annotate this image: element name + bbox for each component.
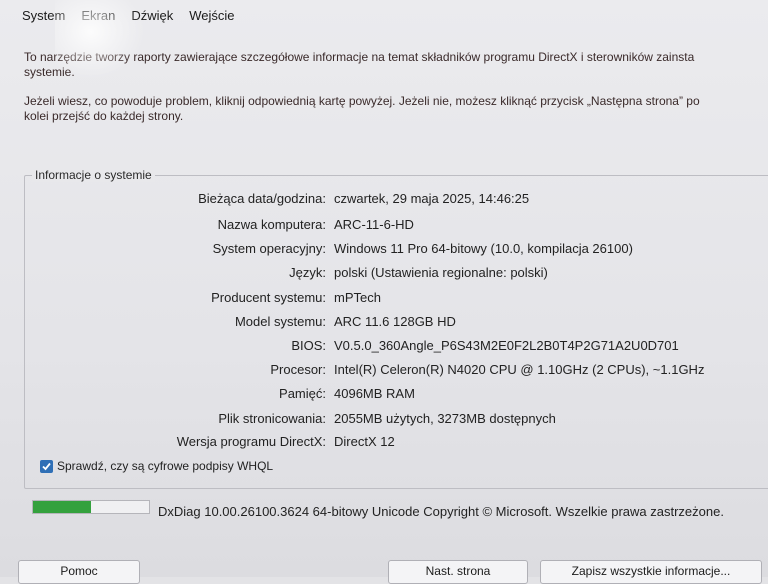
info-label: Nazwa komputera: <box>217 217 326 232</box>
whql-checkbox[interactable] <box>40 459 53 473</box>
checkmark-icon <box>42 462 51 470</box>
info-row-memory: Pamięć: 4096MB RAM <box>0 386 768 406</box>
intro-paragraph-1: To narzędzie tworzy raporty zawierające … <box>24 50 768 80</box>
tab-display[interactable]: Ekran <box>73 6 123 28</box>
info-row-pagefile: Plik stronicowania: 2055MB użytych, 3273… <box>0 411 768 431</box>
info-value: ARC 11.6 128GB HD <box>334 314 456 329</box>
intro-line: systemie. <box>24 65 75 79</box>
info-row-directx: Wersja programu DirectX: DirectX 12 <box>0 434 768 454</box>
info-label: BIOS: <box>291 338 326 353</box>
info-value: czwartek, 29 maja 2025, 14:46:25 <box>334 191 530 206</box>
info-value: polski (Ustawienia regionalne: polski) <box>334 265 548 280</box>
group-title: Informacje o systemie <box>32 168 155 182</box>
next-page-button[interactable]: Nast. strona <box>388 560 528 584</box>
info-value: Intel(R) Celeron(R) N4020 CPU @ 1.10GHz … <box>334 362 705 377</box>
info-value: Windows 11 Pro 64-bitowy (10.0, kompilac… <box>334 241 633 256</box>
info-row-datetime: Bieżąca data/godzina: czwartek, 29 maja … <box>0 191 768 211</box>
tab-system[interactable]: System <box>14 6 73 28</box>
info-row-computer-name: Nazwa komputera: ARC-11-6-HD <box>0 217 768 237</box>
tab-bar: System Ekran Dźwięk Wejście <box>14 6 243 28</box>
info-label: System operacyjny: <box>212 241 326 256</box>
info-row-language: Język: polski (Ustawienia regionalne: po… <box>0 265 768 285</box>
tab-input[interactable]: Wejście <box>181 6 242 28</box>
info-label: Bieżąca data/godzina: <box>198 191 326 206</box>
whql-check-row[interactable]: Sprawdź, czy są cyfrowe podpisy WHQL <box>40 459 273 473</box>
tab-sound[interactable]: Dźwięk <box>123 6 181 28</box>
info-label: Procesor: <box>270 362 326 377</box>
intro-paragraph-2: Jeżeli wiesz, co powoduje problem, klikn… <box>24 94 768 124</box>
copyright-status: DxDiag 10.00.26100.3624 64-bitowy Unicod… <box>158 504 724 519</box>
help-button[interactable]: Pomoc <box>18 560 140 584</box>
info-label: Język: <box>289 265 326 280</box>
info-value: 4096MB RAM <box>334 386 415 401</box>
progress-fill <box>33 501 91 513</box>
dxdiag-window: System Ekran Dźwięk Wejście To narzędzie… <box>0 0 768 584</box>
intro-line: Jeżeli wiesz, co powoduje problem, klikn… <box>24 94 700 108</box>
whql-checkbox-label: Sprawdź, czy są cyfrowe podpisy WHQL <box>57 459 274 473</box>
info-label: Pamięć: <box>279 386 326 401</box>
info-label: Wersja programu DirectX: <box>176 434 326 449</box>
info-value: DirectX 12 <box>334 434 395 449</box>
info-label: Producent systemu: <box>211 290 326 305</box>
info-value: 2055MB użytych, 3273MB dostępnych <box>334 411 556 426</box>
info-value: V0.5.0_360Angle_P6S43M2E0F2L2B0T4P2G71A2… <box>334 338 679 353</box>
save-all-info-button[interactable]: Zapisz wszystkie informacje... <box>540 560 762 584</box>
info-row-manufacturer: Producent systemu: mPTech <box>0 290 768 310</box>
progress-bar <box>32 500 150 514</box>
info-value: ARC-11-6-HD <box>334 217 414 232</box>
info-value: mPTech <box>334 290 381 305</box>
info-row-processor: Procesor: Intel(R) Celeron(R) N4020 CPU … <box>0 362 768 382</box>
info-row-os: System operacyjny: Windows 11 Pro 64-bit… <box>0 241 768 261</box>
info-label: Plik stronicowania: <box>218 411 326 426</box>
info-label: Model systemu: <box>234 314 326 329</box>
info-row-model: Model systemu: ARC 11.6 128GB HD <box>0 314 768 334</box>
intro-line: To narzędzie tworzy raporty zawierające … <box>24 50 695 64</box>
info-row-bios: BIOS: V0.5.0_360Angle_P6S43M2E0F2L2B0T4P… <box>0 338 768 358</box>
intro-line: kolei przejść do każdej strony. <box>24 109 184 123</box>
